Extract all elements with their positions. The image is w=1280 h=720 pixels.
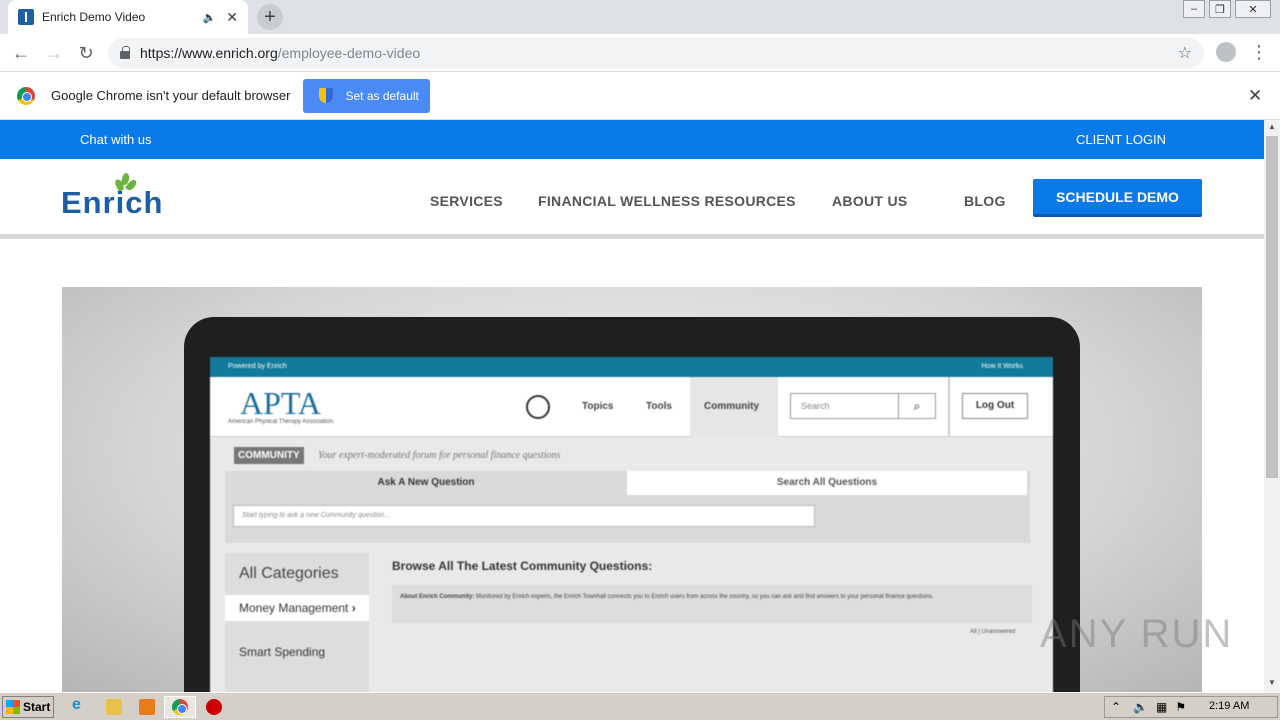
system-tray: ⌃ 🔈 ▦ ⚑: [1104, 696, 1278, 718]
about-community-box: About Enrich Community: Monitored by Enr…: [392, 585, 1032, 623]
browse-heading: Browse All The Latest Community Question…: [392, 559, 653, 573]
stop-icon[interactable]: [206, 699, 222, 715]
restore-button[interactable]: ❐: [1209, 0, 1231, 18]
explorer-folder-icon[interactable]: [106, 699, 122, 715]
screen-nav-topics: Topics: [582, 401, 614, 412]
media-player-icon[interactable]: [139, 699, 155, 715]
anyrun-watermark: ANY RUN: [1040, 612, 1234, 656]
bookmark-star-icon[interactable]: ☆: [1178, 43, 1192, 63]
nav-financial-wellness[interactable]: FINANCIAL WELLNESS RESOURCES: [538, 193, 796, 209]
powered-by: Powered by Enrich: [228, 363, 287, 370]
uac-shield-icon: [319, 88, 334, 103]
about-label: About Enrich Community:: [400, 594, 475, 600]
screen-logout: Log Out: [962, 393, 1028, 419]
address-bar[interactable]: https://www.enrich.org/employee-demo-vid…: [108, 38, 1204, 68]
question-input: Start typing to ask a new Community ques…: [233, 505, 815, 527]
schedule-demo-button[interactable]: SCHEDULE DEMO: [1033, 179, 1202, 217]
speaker-icon[interactable]: 🔈: [203, 11, 217, 24]
set-default-button[interactable]: Set as default: [303, 78, 431, 113]
url-host: https://www.enrich.org: [140, 45, 278, 61]
default-browser-infobar: Google Chrome isn't your default browser…: [0, 72, 1280, 120]
url-path: /employee-demo-video: [277, 45, 421, 61]
nav-blog[interactable]: BLOG: [964, 193, 1006, 209]
browser-toolbar: ← → ↻ https://www.enrich.org/employee-de…: [0, 34, 1280, 72]
start-label: Start: [23, 700, 51, 714]
tab-title: Enrich Demo Video: [42, 10, 146, 24]
user-icon: [526, 395, 550, 419]
category-sidebar: All Categories Money Management › Smart …: [225, 553, 369, 692]
question-box: Ask A New Question Search All Questions …: [225, 471, 1030, 543]
infobar-message: Google Chrome isn't your default browser: [51, 88, 291, 103]
set-default-label: Set as default: [345, 88, 419, 103]
demo-video[interactable]: Powered by Enrich How It Works APTA Amer…: [62, 287, 1202, 692]
network-icon[interactable]: ▦: [1156, 700, 1167, 714]
reload-icon[interactable]: ↻: [75, 42, 97, 64]
community-row: COMMUNITY Your expert-moderated forum fo…: [210, 437, 1053, 471]
chevron-right-icon: ›: [351, 601, 356, 615]
about-text: Monitored by Enrich experts, the Enrich …: [476, 594, 934, 600]
category-money-management: Money Management ›: [225, 595, 369, 621]
search-questions-tab: Search All Questions: [627, 471, 1027, 495]
windows-taskbar: Start e ⌃ 🔈 ▦ ⚑ 2:19 AM: [0, 692, 1280, 720]
community-tagline: Your expert-moderated forum for personal…: [318, 450, 561, 461]
ask-question-tab: Ask A New Question: [377, 477, 475, 488]
chat-link[interactable]: Chat with us: [80, 132, 152, 147]
screen-divider: [948, 377, 950, 437]
apta-subtitle: American Physical Therapy Association.: [228, 419, 335, 425]
screen-nav-community: Community: [704, 401, 759, 412]
screen-nav-tools: Tools: [646, 401, 672, 412]
scroll-thumb[interactable]: [1266, 136, 1278, 478]
menu-kebab-icon[interactable]: ⋮: [1250, 42, 1268, 63]
how-it-works: How It Works: [981, 363, 1024, 370]
all-categories: All Categories: [239, 565, 339, 582]
search-icon: ⌕: [898, 393, 936, 419]
tab-strip: Enrich Demo Video 🔈 ✕ + – ❐ ✕: [0, 0, 1280, 34]
tray-expand-icon[interactable]: ⌃: [1111, 700, 1121, 714]
page-scrollbar[interactable]: ▲ ▼: [1264, 120, 1280, 692]
volume-icon[interactable]: 🔈: [1133, 700, 1148, 714]
apta-logo: APTA: [240, 385, 321, 421]
nav-services[interactable]: SERVICES: [430, 193, 503, 209]
close-infobar-icon[interactable]: ✕: [1248, 86, 1262, 106]
enrich-logo[interactable]: Enrich: [61, 185, 163, 221]
scroll-down-icon[interactable]: ▼: [1268, 678, 1276, 687]
enrich-favicon-icon: [18, 9, 34, 25]
forward-icon[interactable]: →: [43, 42, 65, 64]
laptop-screen: Powered by Enrich How It Works APTA Amer…: [210, 357, 1053, 692]
chrome-taskbar-icon: [172, 699, 188, 715]
category-smart-spending: Smart Spending: [239, 645, 326, 659]
browser-tab[interactable]: Enrich Demo Video 🔈 ✕: [8, 0, 248, 34]
scroll-up-icon[interactable]: ▲: [1268, 122, 1276, 131]
client-login-link[interactable]: CLIENT LOGIN: [1076, 132, 1166, 147]
screen-topbar: Powered by Enrich How It Works: [210, 357, 1053, 377]
web-page: Chat with us CLIENT LOGIN Enrich SERVICE…: [0, 120, 1264, 692]
screen-header: APTA American Physical Therapy Associati…: [210, 377, 1053, 437]
site-topbar: Chat with us CLIENT LOGIN: [0, 120, 1264, 159]
chrome-logo-icon: [17, 86, 35, 105]
profile-avatar-icon[interactable]: [1216, 42, 1236, 62]
close-tab-icon[interactable]: ✕: [226, 9, 238, 26]
close-window-button[interactable]: ✕: [1235, 0, 1271, 18]
category-1-label: Money Management: [239, 601, 349, 615]
question-filters: All | Unanswered: [970, 629, 1016, 635]
clock: 2:19 AM: [1209, 700, 1250, 712]
start-button[interactable]: Start: [2, 696, 54, 718]
community-badge: COMMUNITY: [234, 447, 304, 464]
internet-explorer-icon[interactable]: e: [72, 696, 88, 713]
new-tab-button[interactable]: +: [257, 4, 283, 30]
site-header: Enrich SERVICES FINANCIAL WELLNESS RESOU…: [0, 159, 1264, 239]
nav-about-us[interactable]: ABOUT US: [832, 193, 908, 209]
back-icon[interactable]: ←: [10, 42, 32, 64]
chrome-taskbar-button[interactable]: [164, 696, 196, 718]
minimize-button[interactable]: –: [1183, 0, 1205, 18]
lock-icon: [120, 46, 130, 59]
windows-logo-icon: [6, 700, 20, 714]
flag-icon[interactable]: ⚑: [1175, 700, 1186, 714]
